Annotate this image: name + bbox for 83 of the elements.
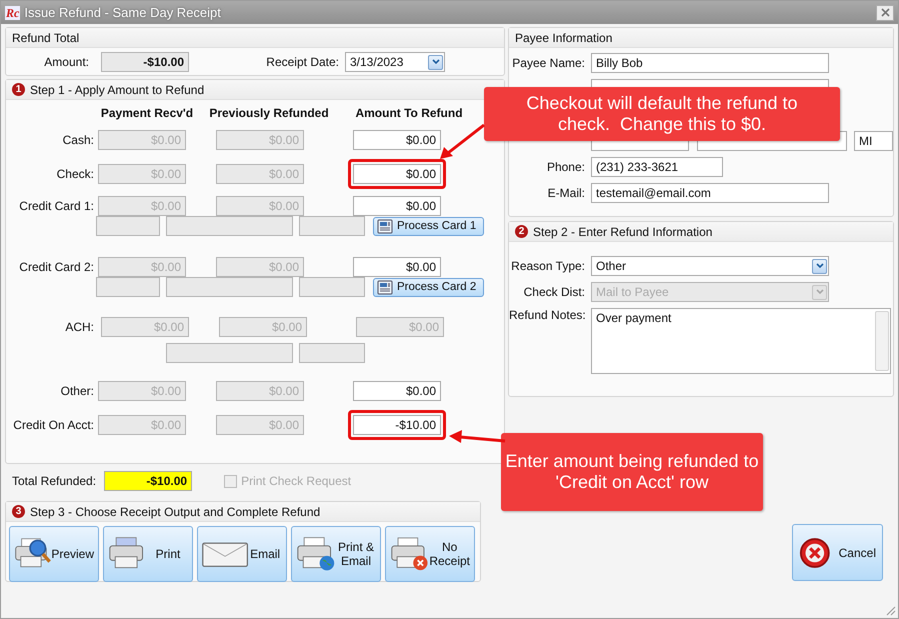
- row-label: Credit On Acct:: [12, 418, 94, 432]
- window-title: Issue Refund - Same Day Receipt: [24, 5, 222, 20]
- receipt-date-picker[interactable]: 3/13/2023: [345, 52, 445, 72]
- card-input-field: [299, 277, 365, 297]
- receipt-date-label: Receipt Date:: [265, 55, 339, 69]
- process-card-button[interactable]: Process Card 2: [373, 278, 484, 296]
- resize-grip-icon[interactable]: [884, 604, 896, 616]
- previously-refunded-field: $0.00: [219, 317, 307, 337]
- check-dist-label: Check Dist:: [522, 285, 585, 299]
- phone-field[interactable]: (231) 233-3621: [591, 157, 723, 177]
- state-field[interactable]: MI: [854, 131, 893, 151]
- cancel-x-icon: [799, 536, 831, 570]
- panel-title: Step 3 - Choose Receipt Output and Complete Refund: [30, 504, 320, 518]
- column-header: Previously Refunded: [208, 106, 330, 120]
- payment-received-field: $0.00: [101, 317, 189, 337]
- close-icon: [880, 8, 890, 17]
- card-input-field: [96, 277, 160, 297]
- row-label: Other:: [60, 384, 94, 398]
- ach-input-field: [299, 343, 365, 363]
- callout-arrow: [448, 430, 506, 446]
- payment-received-field: $0.00: [98, 381, 186, 401]
- payee-name-label: Payee Name:: [511, 56, 585, 70]
- step-number-badge: 2: [515, 225, 528, 238]
- panel-title: Refund Total: [12, 30, 80, 44]
- column-header: Amount To Refund: [354, 106, 464, 120]
- amount-to-refund-field[interactable]: $0.00: [353, 381, 441, 401]
- payment-received-field: $0.00: [98, 196, 186, 216]
- callout-tooltip: Enter amount being refunded to 'Credit on Acct' row: [501, 433, 763, 511]
- row-label: Credit Card 1:: [18, 199, 94, 213]
- step-number-badge: 1: [12, 83, 25, 96]
- callout-tooltip: Checkout will default the refund to check. Change this to $0.: [484, 87, 840, 141]
- step-number-badge: 3: [12, 505, 25, 518]
- row-label: Check:: [56, 167, 94, 181]
- column-header: Payment Recv'd: [100, 106, 194, 120]
- panel-title: Step 2 - Enter Refund Information: [533, 224, 712, 238]
- previously-refunded-field: $0.00: [216, 164, 304, 184]
- email-field[interactable]: testemail@email.com: [591, 183, 829, 203]
- payment-received-field: $0.00: [98, 257, 186, 277]
- previously-refunded-field: $0.00: [216, 257, 304, 277]
- amount-field: -$10.00: [101, 52, 189, 72]
- row-label: Credit Card 2:: [18, 260, 94, 274]
- receipt-output-button[interactable]: No Receipt: [385, 526, 475, 582]
- amount-to-refund-field[interactable]: $0.00: [353, 164, 441, 184]
- cancel-button[interactable]: Cancel: [792, 524, 883, 581]
- vertical-scrollbar[interactable]: [875, 311, 889, 371]
- payment-received-field: $0.00: [98, 130, 186, 150]
- email-label: E-Mail:: [546, 186, 585, 200]
- previously-refunded-field: $0.00: [216, 130, 304, 150]
- phone-label: Phone:: [546, 160, 585, 174]
- receipt-output-button[interactable]: Preview: [9, 526, 99, 582]
- printer-cross-icon: [390, 535, 430, 573]
- card-input-field: [96, 216, 160, 236]
- row-label: Cash:: [62, 133, 94, 147]
- refund-notes-label: Refund Notes:: [509, 308, 585, 322]
- total-refunded-label: Total Refunded:: [12, 474, 96, 488]
- reason-type-dropdown[interactable]: Other: [591, 256, 829, 276]
- previously-refunded-field: $0.00: [216, 196, 304, 216]
- card-terminal-icon: [377, 280, 393, 294]
- process-card-button[interactable]: Process Card 1: [373, 216, 484, 236]
- panel-title: Payee Information: [515, 30, 612, 44]
- payment-received-field: $0.00: [98, 415, 186, 435]
- amount-to-refund-field[interactable]: $0.00: [353, 130, 441, 150]
- reason-type-label: Reason Type:: [510, 259, 585, 273]
- amount-to-refund-field[interactable]: -$10.00: [353, 415, 441, 435]
- close-button[interactable]: [876, 4, 894, 20]
- previously-refunded-field: $0.00: [216, 381, 304, 401]
- amount-to-refund-field[interactable]: $0.00: [353, 257, 441, 277]
- receipt-output-button[interactable]: Print & Email: [291, 526, 381, 582]
- card-input-field: [299, 216, 365, 236]
- total-refunded-field: -$10.00: [104, 471, 192, 491]
- app-logo: Rc: [5, 6, 20, 20]
- card-terminal-icon: [377, 218, 393, 234]
- receipt-output-button[interactable]: Print: [103, 526, 193, 582]
- payment-received-field: $0.00: [98, 164, 186, 184]
- printer-globe-icon: [296, 535, 336, 573]
- row-label: ACH:: [64, 320, 94, 334]
- payee-name-field[interactable]: Billy Bob: [591, 53, 829, 73]
- amount-label: Amount:: [43, 55, 89, 69]
- previously-refunded-field: $0.00: [216, 415, 304, 435]
- receipt-output-button[interactable]: Email: [197, 526, 287, 582]
- panel-title: Step 1 - Apply Amount to Refund: [30, 82, 204, 96]
- refund-notes-field[interactable]: Over payment: [591, 308, 891, 374]
- amount-to-refund-field[interactable]: $0.00: [353, 196, 441, 216]
